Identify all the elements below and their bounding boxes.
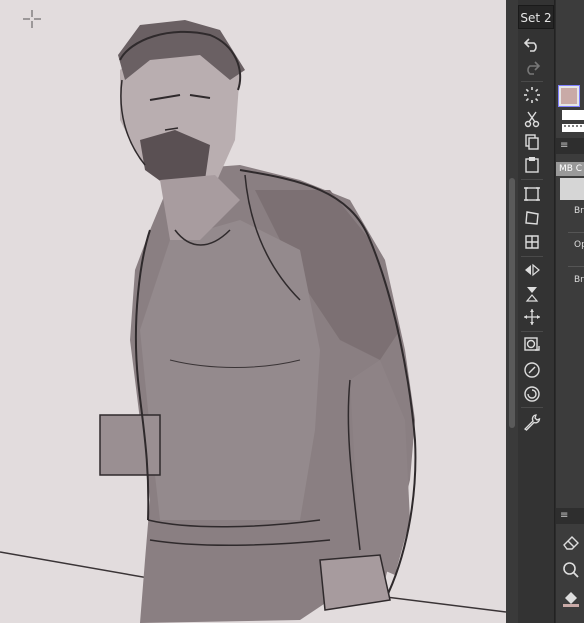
flip-vertical-icon[interactable] [521,283,543,305]
artwork-illustration [0,20,506,623]
redo-icon[interactable] [521,56,543,78]
drawing-canvas[interactable] [0,0,506,623]
loading-spinner-icon[interactable] [521,84,543,106]
brush-settings-panel: ≡ MB C Br Op Br [556,138,584,483]
mesh-transform-icon[interactable] [521,231,543,253]
toolbar-separator [521,331,543,332]
layer-icon[interactable] [521,334,543,356]
undo-icon[interactable] [521,33,543,55]
opacity-label: Op [574,240,584,250]
rotate-reset-icon[interactable] [521,383,543,405]
tool-set-button[interactable]: Set 2 [518,5,554,29]
panel-divider [568,232,584,233]
transform-icon[interactable] [521,183,543,205]
tool-panel: ≡ [556,508,584,623]
panel-menu-icon[interactable]: ≡ [560,511,568,521]
zoom-icon[interactable] [561,560,581,580]
brush-size-label: Br [574,206,584,216]
color-mode-icon[interactable] [562,110,584,134]
eraser-icon[interactable] [561,532,581,552]
canvas-vertical-scrollbar[interactable] [506,0,518,623]
crosshair-cursor-icon [23,10,41,28]
brush-density-label: Br [574,275,584,285]
panel-header: ≡ [556,508,584,524]
panel-header: ≡ [556,138,584,154]
brush-panel-tab[interactable]: MB C [556,162,584,176]
toolbar-separator [521,256,543,257]
copy-icon[interactable] [521,131,543,153]
settings-wrench-icon[interactable] [521,411,543,433]
panel-divider [568,266,584,267]
move-icon[interactable] [521,306,543,328]
paste-icon[interactable] [521,154,543,176]
panel-menu-icon[interactable]: ≡ [560,141,570,151]
brush-preview [560,178,584,200]
fill-icon[interactable] [561,588,581,608]
free-transform-icon[interactable] [521,207,543,229]
toolbar-separator [521,81,543,82]
rotate-icon[interactable] [521,359,543,381]
toolbar-separator [521,407,543,408]
main-color-swatch[interactable] [558,85,580,107]
flip-horizontal-icon[interactable] [521,259,543,281]
toolbar-separator [521,179,543,180]
cut-icon[interactable] [521,108,543,130]
scrollbar-thumb[interactable] [509,178,515,428]
